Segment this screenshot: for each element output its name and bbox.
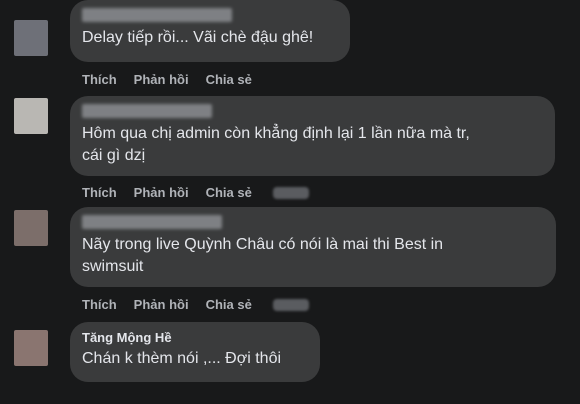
comment-bubble: Hôm qua chị admin còn khẳng định lại 1 l…	[70, 96, 555, 176]
comment-actions: Thích Phản hồi Chia sẻ	[82, 297, 309, 312]
comment-text: Nãy trong live Quỳnh Châu có nói là mai …	[82, 236, 444, 275]
like-button[interactable]: Thích	[82, 72, 117, 87]
like-button[interactable]: Thích	[82, 297, 117, 312]
comment-text: Delay tiếp rồi... Vãi chè đậu ghê!	[82, 29, 314, 46]
like-button[interactable]: Thích	[82, 185, 117, 200]
author-name-blurred[interactable]	[82, 104, 212, 118]
share-button[interactable]: Chia sẻ	[206, 72, 252, 87]
reply-button[interactable]: Phản hồi	[134, 297, 189, 312]
reaction-count-blurred[interactable]	[272, 298, 309, 311]
comment-bubble: Delay tiếp rồi... Vãi chè đậu ghê!	[70, 0, 350, 62]
avatar[interactable]	[14, 98, 48, 134]
comment-text: Hôm qua chị admin còn khẳng định lại 1 l…	[82, 125, 470, 164]
comment-bubble: Nãy trong live Quỳnh Châu có nói là mai …	[70, 207, 556, 287]
avatar[interactable]	[14, 20, 48, 56]
author-name-blurred[interactable]	[82, 8, 232, 22]
reaction-count-blurred[interactable]	[272, 186, 309, 199]
comment-bubble: Tăng Mộng Hề Chán k thèm nói ,... Đợi th…	[70, 322, 320, 382]
comment-actions: Thích Phản hồi Chia sẻ	[82, 185, 309, 200]
author-name[interactable]: Tăng Mộng Hề	[82, 330, 306, 345]
share-button[interactable]: Chia sẻ	[206, 297, 252, 312]
avatar[interactable]	[14, 210, 48, 246]
reply-button[interactable]: Phản hồi	[134, 72, 189, 87]
comment-actions: Thích Phản hồi Chia sẻ	[82, 72, 269, 87]
share-button[interactable]: Chia sẻ	[206, 185, 252, 200]
avatar[interactable]	[14, 330, 48, 366]
author-name-blurred[interactable]	[82, 215, 222, 229]
comment-text: Chán k thèm nói ,... Đợi thôi	[82, 350, 282, 367]
reply-button[interactable]: Phản hồi	[134, 185, 189, 200]
